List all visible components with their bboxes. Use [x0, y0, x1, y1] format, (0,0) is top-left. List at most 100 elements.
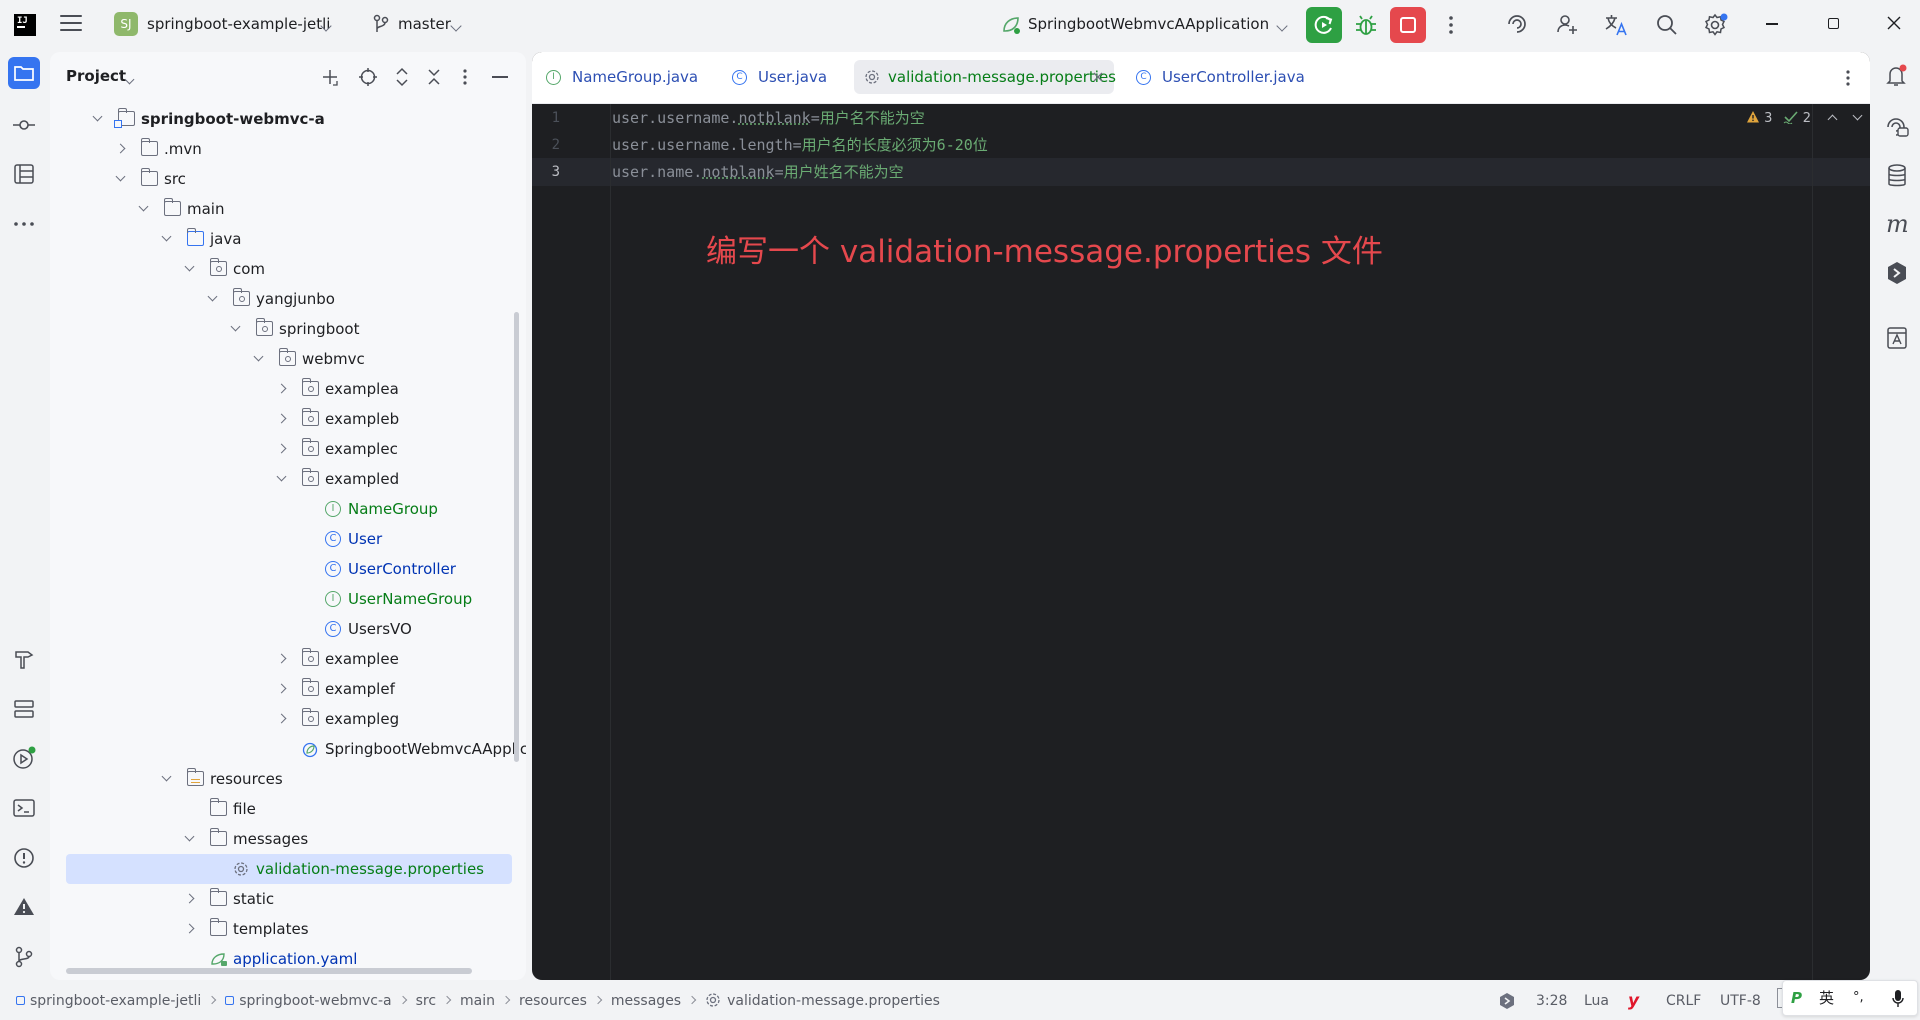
- database-icon[interactable]: [1885, 163, 1909, 189]
- breadcrumb-item[interactable]: messages: [611, 993, 681, 1009]
- tree-row[interactable]: examplef: [50, 674, 520, 704]
- new-file-plus-icon[interactable]: [320, 67, 340, 87]
- run-icon[interactable]: [8, 742, 40, 774]
- services-icon[interactable]: [8, 693, 40, 725]
- translate-icon[interactable]: [1603, 12, 1629, 38]
- collapsed-chevron-icon[interactable]: [276, 653, 287, 664]
- inspection-widget[interactable]: 3 2: [1746, 110, 1863, 127]
- tree-row[interactable]: src: [50, 164, 520, 194]
- project-chevron-down-icon[interactable]: [320, 16, 332, 34]
- run-config-name[interactable]: SpringbootWebmvcAApplication: [1028, 14, 1269, 34]
- tree-row[interactable]: messages: [50, 824, 520, 854]
- tree-row[interactable]: main: [50, 194, 520, 224]
- previous-highlight-chevron-up-icon[interactable]: [1827, 114, 1838, 125]
- expanded-chevron-icon[interactable]: [184, 831, 195, 842]
- expanded-chevron-icon[interactable]: [161, 771, 172, 782]
- ai-chat-icon[interactable]: [1884, 114, 1910, 140]
- expanded-chevron-icon[interactable]: [230, 321, 241, 332]
- ime-punctuation-toggle[interactable]: °,: [1853, 981, 1864, 1015]
- rerun-button[interactable]: [1306, 7, 1342, 43]
- ime-language-toggle[interactable]: 英: [1819, 981, 1834, 1015]
- expanded-chevron-icon[interactable]: [207, 291, 218, 302]
- add-user-icon[interactable]: [1555, 12, 1579, 36]
- breadcrumb-item[interactable]: springboot-example-jetli: [30, 993, 201, 1009]
- breadcrumb-item[interactable]: src: [416, 993, 436, 1009]
- minimize-window-icon[interactable]: [1766, 23, 1778, 25]
- settings-gear-icon[interactable]: [1703, 12, 1729, 38]
- tree-row[interactable]: webmvc: [50, 344, 520, 374]
- tree-row[interactable]: springboot: [50, 314, 520, 344]
- main-menu-icon[interactable]: [60, 15, 82, 33]
- stop-button[interactable]: [1390, 7, 1426, 43]
- warning-triangle-icon[interactable]: [8, 891, 40, 923]
- maximize-window-icon[interactable]: [1828, 18, 1839, 29]
- project-panel-title[interactable]: Project: [66, 67, 126, 85]
- project-badge[interactable]: SJ: [114, 12, 138, 36]
- breadcrumb-item[interactable]: resources: [519, 993, 587, 1009]
- collapsed-chevron-icon[interactable]: [276, 383, 287, 394]
- collapsed-chevron-icon[interactable]: [276, 443, 287, 454]
- git-icon[interactable]: [8, 941, 40, 973]
- expanded-chevron-icon[interactable]: [115, 171, 126, 182]
- ime-logo-icon[interactable]: P: [1791, 989, 1802, 1007]
- expanded-chevron-icon[interactable]: [138, 201, 149, 212]
- tree-row[interactable]: templates: [50, 914, 520, 944]
- commit-icon[interactable]: [8, 109, 40, 141]
- terminal-icon[interactable]: [8, 792, 40, 824]
- tree-row[interactable]: file: [50, 794, 520, 824]
- notifications-bell-icon[interactable]: [1884, 63, 1910, 89]
- tree-row[interactable]: examplea: [50, 374, 520, 404]
- ai-assistant-icon[interactable]: [1505, 12, 1529, 36]
- tree-row[interactable]: resources: [50, 764, 520, 794]
- close-window-icon[interactable]: [1884, 13, 1904, 33]
- line-separator[interactable]: CRLF: [1666, 982, 1701, 1020]
- vcs-hexagon-icon[interactable]: [1498, 982, 1516, 1020]
- collapsed-chevron-icon[interactable]: [184, 893, 195, 904]
- tree-row[interactable]: yangjunbo: [50, 284, 520, 314]
- search-icon[interactable]: [1655, 13, 1679, 37]
- problems-icon[interactable]: [8, 842, 40, 874]
- ime-toolbar[interactable]: P 英 °,: [1782, 980, 1918, 1016]
- collapsed-chevron-icon[interactable]: [276, 413, 287, 424]
- run-config-chevron-down-icon[interactable]: [1276, 16, 1288, 34]
- next-highlight-chevron-down-icon[interactable]: [1852, 110, 1863, 121]
- more-tool-windows-icon[interactable]: [8, 208, 40, 240]
- intellij-logo-icon[interactable]: IJ: [14, 14, 36, 36]
- tab-namegroup-java[interactable]: I NameGroup.java: [546, 60, 698, 94]
- collapsed-chevron-icon[interactable]: [184, 923, 195, 934]
- tree-horizontal-scrollbar[interactable]: [66, 968, 472, 974]
- tree-row[interactable]: C UserController: [50, 554, 520, 584]
- structure-icon[interactable]: [8, 158, 40, 190]
- expand-all-icon[interactable]: [393, 67, 411, 87]
- tree-row[interactable]: exampleg: [50, 704, 520, 734]
- tree-vertical-scrollbar[interactable]: [514, 312, 519, 762]
- tree-row[interactable]: C User: [50, 524, 520, 554]
- hide-panel-icon[interactable]: [492, 76, 508, 78]
- expanded-chevron-icon[interactable]: [253, 351, 264, 362]
- tree-row[interactable]: SpringbootWebmvcAApplicat: [50, 734, 526, 764]
- close-tab-icon[interactable]: [1092, 60, 1104, 94]
- tree-row[interactable]: springboot-webmvc-a: [50, 104, 520, 134]
- branch-name[interactable]: master: [398, 14, 451, 34]
- more-actions-icon[interactable]: [1448, 15, 1454, 35]
- collapsed-chevron-icon[interactable]: [276, 683, 287, 694]
- expanded-chevron-icon[interactable]: [92, 111, 103, 122]
- expanded-chevron-icon[interactable]: [161, 231, 172, 242]
- tab-user-java[interactable]: C User.java: [732, 60, 827, 94]
- code-line-3[interactable]: user.name.notblank=用户姓名不能为空: [612, 159, 904, 186]
- font-preview-icon[interactable]: [1886, 326, 1908, 350]
- tree-row[interactable]: C UsersVO: [50, 614, 520, 644]
- expanded-chevron-icon[interactable]: [184, 261, 195, 272]
- tree-row[interactable]: exampled: [50, 464, 520, 494]
- yandex-y-icon[interactable]: y: [1628, 982, 1639, 1020]
- collapsed-chevron-icon[interactable]: [276, 713, 287, 724]
- tree-row[interactable]: .mvn: [50, 134, 520, 164]
- project-name[interactable]: springboot-example-jetli: [147, 14, 330, 34]
- collapsed-chevron-icon[interactable]: [115, 143, 126, 154]
- project-view-chevron-down-icon[interactable]: [124, 69, 135, 87]
- project-options-icon[interactable]: [462, 67, 468, 87]
- build-hammer-icon[interactable]: [8, 643, 40, 675]
- code-line-1[interactable]: user.username.notblank=用户名不能为空: [612, 105, 925, 132]
- tree-row[interactable]: com: [50, 254, 520, 284]
- debug-bug-icon[interactable]: [1348, 7, 1384, 43]
